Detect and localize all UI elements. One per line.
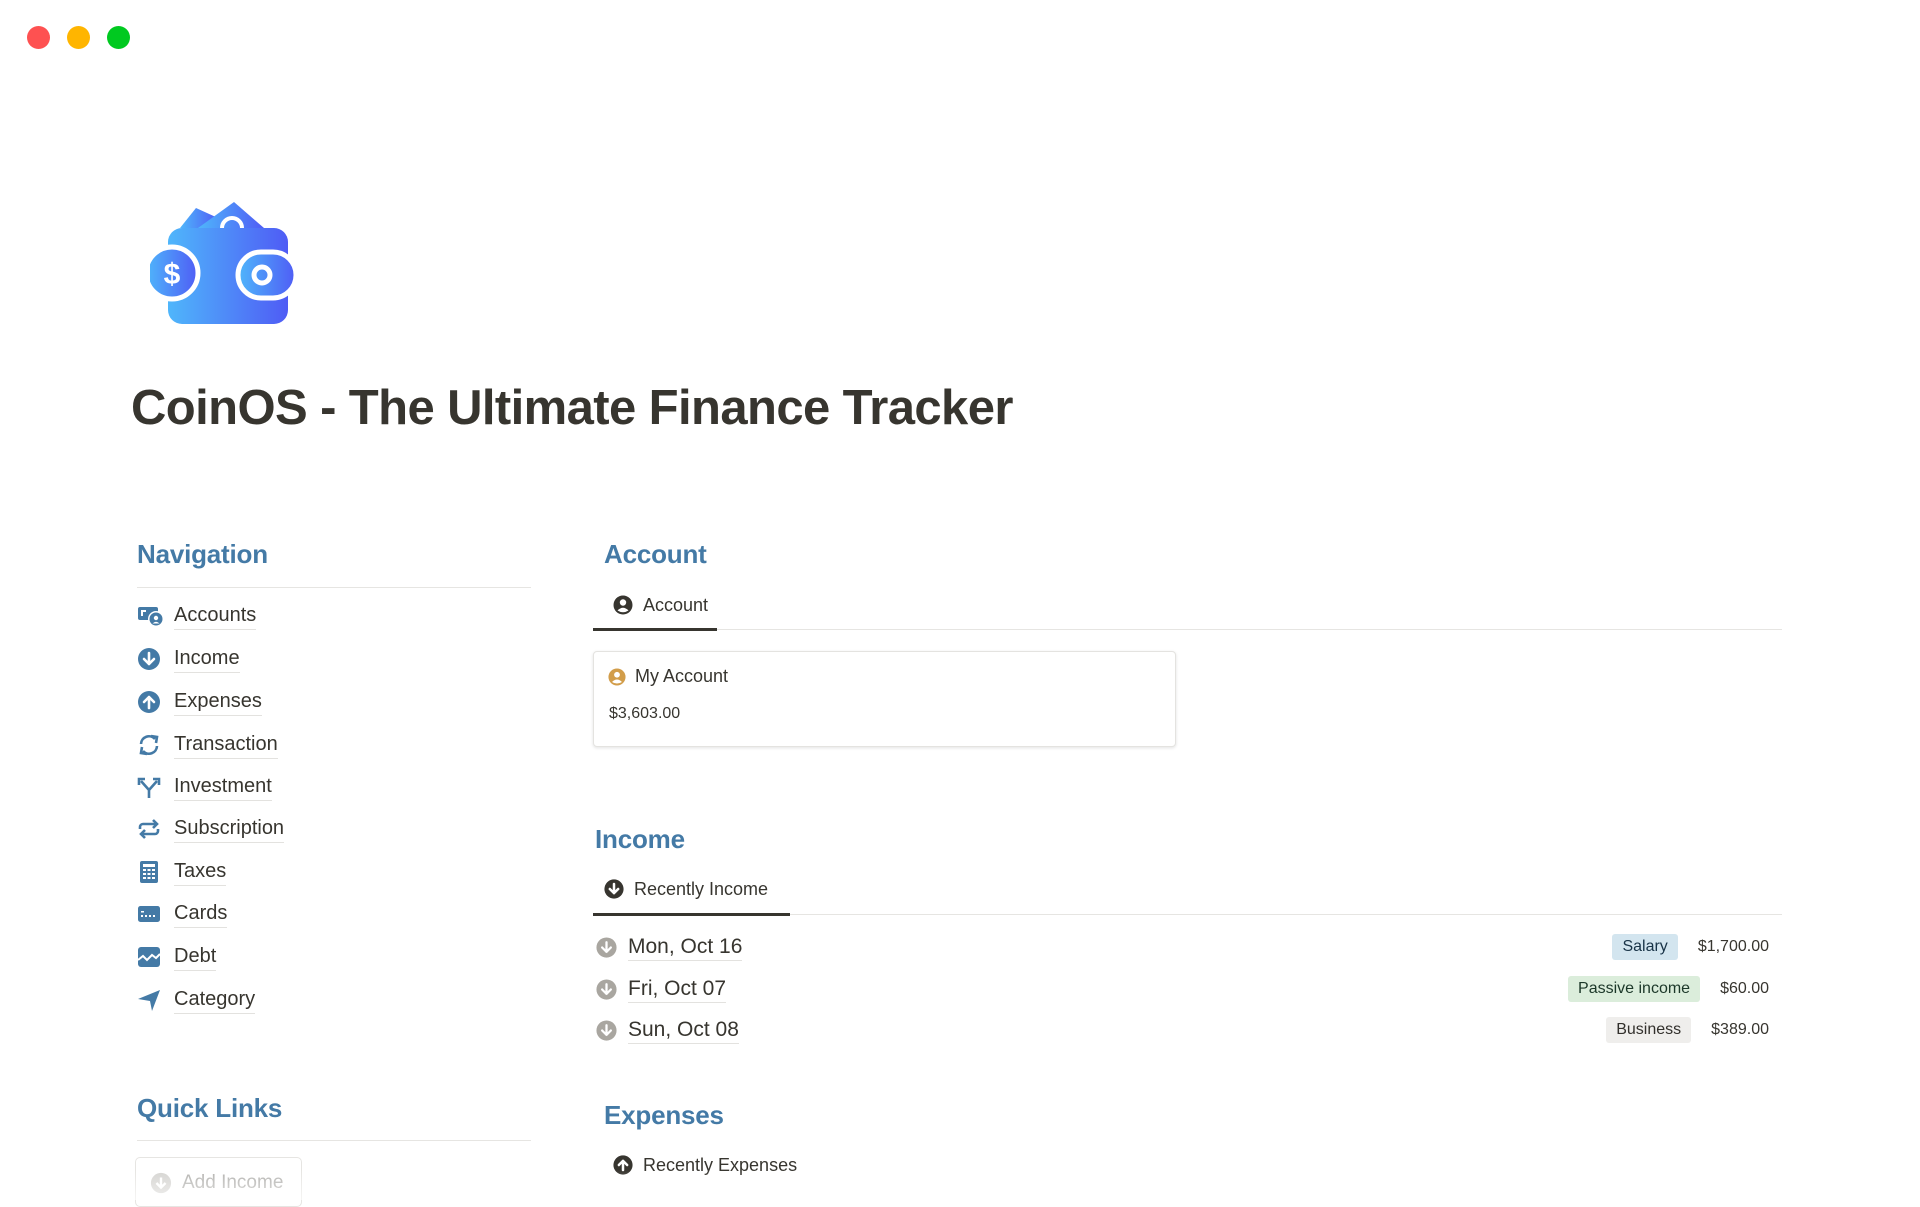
income-amount: $1,700.00 xyxy=(1697,938,1769,955)
active-tab-indicator xyxy=(593,913,790,916)
income-category-tag: Business xyxy=(1606,1017,1692,1043)
nav-item-taxes[interactable]: Taxes xyxy=(137,855,227,889)
chart-line-icon xyxy=(137,945,167,969)
arrow-down-circle-icon xyxy=(596,1019,617,1041)
nav-item-accounts[interactable]: Accounts xyxy=(137,599,257,633)
user-circle-icon xyxy=(608,667,626,686)
quick-links-heading: Quick Links xyxy=(137,1093,283,1123)
account-tab-divider xyxy=(593,629,1782,630)
tab-recently-income[interactable]: Recently Income xyxy=(604,874,768,904)
income-amount: $60.00 xyxy=(1720,980,1769,997)
nav-item-label: Category xyxy=(174,986,256,1014)
refresh-icon xyxy=(137,733,167,757)
income-date[interactable]: Sun, Oct 08 xyxy=(628,1017,739,1044)
income-row[interactable]: Mon, Oct 16 Salary $1,700.00 xyxy=(596,930,1782,964)
nav-item-transaction[interactable]: Transaction xyxy=(137,728,278,762)
arrow-down-circle-icon xyxy=(596,936,617,958)
nav-item-label: Debt xyxy=(174,943,217,971)
nav-item-cards[interactable]: Cards xyxy=(137,897,228,931)
income-category-tag: Passive income xyxy=(1568,976,1701,1002)
repeat-icon xyxy=(137,817,167,841)
credit-card-icon xyxy=(137,902,167,926)
navigation-arrow-icon xyxy=(137,988,167,1012)
tab-account[interactable]: Account xyxy=(613,590,708,620)
arrow-down-circle-icon xyxy=(596,978,617,1000)
income-row[interactable]: Fri, Oct 07 Passive income $60.00 xyxy=(596,972,1782,1006)
navigation-heading: Navigation xyxy=(137,539,268,569)
income-date[interactable]: Fri, Oct 07 xyxy=(628,976,727,1003)
income-heading: Income xyxy=(595,824,685,854)
nav-item-income[interactable]: Income xyxy=(137,642,240,676)
account-card-title: My Account xyxy=(635,666,729,686)
nav-item-label: Expenses xyxy=(174,688,262,716)
quick-links-divider xyxy=(137,1140,531,1141)
svg-text:$: $ xyxy=(164,258,181,291)
maximize-window-button[interactable] xyxy=(107,26,130,49)
minimize-window-button[interactable] xyxy=(67,26,90,49)
accounts-icon xyxy=(137,604,167,628)
account-heading: Account xyxy=(604,539,707,569)
nav-item-label: Accounts xyxy=(174,602,257,630)
tab-label: Account xyxy=(643,594,709,615)
arrow-down-circle-icon xyxy=(150,1172,172,1194)
nav-item-label: Investment xyxy=(174,773,272,801)
page-title: CoinOS - The Ultimate Finance Tracker xyxy=(131,381,1013,435)
tab-recently-expenses[interactable]: Recently Expenses xyxy=(613,1150,797,1180)
income-date[interactable]: Mon, Oct 16 xyxy=(628,934,743,961)
income-row[interactable]: Sun, Oct 08 Business $389.00 xyxy=(596,1013,1782,1047)
add-income-label: Add Income xyxy=(182,1172,284,1193)
nav-item-label: Transaction xyxy=(174,731,278,759)
income-category-tag: Salary xyxy=(1612,934,1678,960)
nav-item-label: Income xyxy=(174,645,240,673)
arrow-up-circle-icon xyxy=(137,690,167,714)
nav-item-label: Taxes xyxy=(174,858,227,886)
nav-item-label: Subscription xyxy=(174,815,285,843)
expenses-heading: Expenses xyxy=(604,1100,724,1130)
user-circle-icon xyxy=(613,595,633,615)
account-card[interactable]: My Account $3,603.00 xyxy=(593,651,1176,747)
tab-label: Recently Expenses xyxy=(643,1154,798,1175)
navigation-divider xyxy=(137,587,531,588)
account-card-amount: $3,603.00 xyxy=(609,705,681,722)
nav-item-debt[interactable]: Debt xyxy=(137,940,217,974)
nav-item-subscription[interactable]: Subscription xyxy=(137,812,285,846)
arrow-down-circle-icon xyxy=(137,647,167,671)
nav-item-expenses[interactable]: Expenses xyxy=(137,685,262,719)
arrow-down-circle-icon xyxy=(604,879,624,899)
income-amount: $389.00 xyxy=(1711,1021,1769,1038)
split-arrows-icon xyxy=(137,775,167,799)
close-window-button[interactable] xyxy=(27,26,50,49)
nav-item-label: Cards xyxy=(174,900,228,928)
calculator-icon xyxy=(137,860,167,884)
nav-item-investment[interactable]: Investment xyxy=(137,770,272,804)
tab-label: Recently Income xyxy=(634,878,769,899)
wallet-icon: $ xyxy=(143,196,302,328)
active-tab-indicator xyxy=(593,628,717,631)
arrow-up-circle-icon xyxy=(613,1155,633,1175)
nav-item-category[interactable]: Category xyxy=(137,983,256,1017)
